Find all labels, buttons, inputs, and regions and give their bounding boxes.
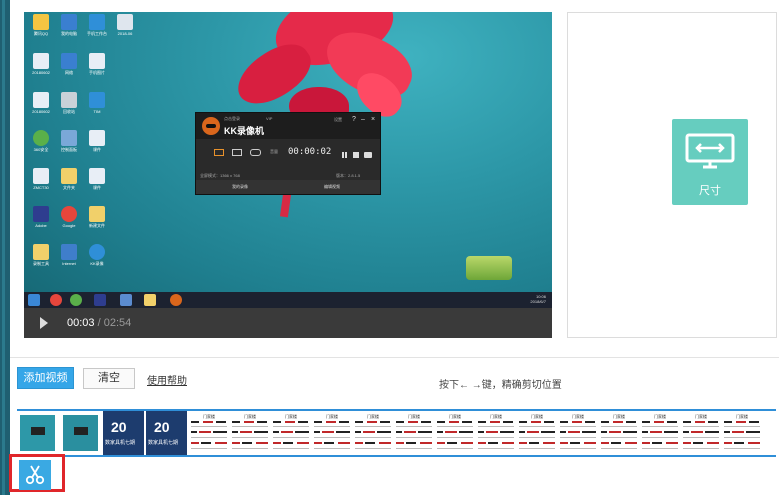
- settings-panel: 尺寸: [567, 12, 777, 338]
- close-icon: ×: [371, 116, 376, 123]
- video-frame: 腾讯QQ 20180602 20180602 360安全 ZMCT30 Adob…: [24, 12, 552, 308]
- folder-icon: [144, 294, 156, 306]
- timeline-thumbnail: 门家楼: [681, 411, 722, 455]
- play-icon[interactable]: [40, 317, 48, 329]
- taskbar-clock: 10:06 2018/6/7: [530, 294, 546, 304]
- game-mode-icon: [250, 149, 261, 156]
- desktop-icon: 课件: [82, 168, 112, 206]
- camera-icon: [364, 152, 372, 158]
- help-icon: ?: [352, 116, 356, 123]
- timeline-thumbnail: 20 数家具机七期: [103, 411, 144, 455]
- browser-icon: [70, 294, 82, 306]
- current-time: 00:03: [67, 317, 95, 329]
- desktop-icon: 文件夹: [54, 168, 84, 206]
- time-readout: 00:03 / 02:54: [67, 317, 131, 329]
- desktop-icon: 我的电脑: [54, 14, 84, 52]
- recorder-vip: VIP: [266, 116, 273, 121]
- recorder-login: 点击登录: [224, 116, 240, 121]
- desktop-icon: 360安全: [26, 130, 56, 168]
- desktop-gadget: [466, 256, 512, 280]
- screen-mode-icon: [214, 149, 224, 156]
- add-video-button[interactable]: 添加视频: [17, 367, 74, 389]
- desktop-icon: ZMCT30: [26, 168, 56, 206]
- os-taskbar: 10:06 2018/6/7: [24, 292, 552, 308]
- desktop-icon: 新建文件: [82, 206, 112, 244]
- timeline-thumbnail: [17, 411, 58, 455]
- window-edge: [0, 0, 10, 495]
- desktop-icon: 20180602: [26, 92, 56, 130]
- recorder-brand: KK录像机: [224, 126, 264, 136]
- my-videos-tab: 我的录像: [232, 184, 248, 189]
- size-label: 尺寸: [699, 185, 721, 197]
- recorder-window: KK录像机 点击登录 VIP 设置 ? – × 音量 00:00:02 全屏模式…: [195, 112, 381, 195]
- timeline-thumbnail: 门家楼: [640, 411, 681, 455]
- stop-icon: [353, 152, 359, 158]
- photoshop-icon: [94, 294, 106, 306]
- desktop-icon: Internet: [54, 244, 84, 282]
- video-cut-tool: 腾讯QQ 20180602 20180602 360安全 ZMCT30 Adob…: [0, 0, 779, 495]
- desktop-icon: 课件: [82, 130, 112, 168]
- app-icon: [120, 294, 132, 306]
- cut-button[interactable]: [19, 460, 51, 490]
- pause-icon: [342, 152, 347, 158]
- scissors-icon: [25, 465, 45, 485]
- monitor-resize-icon: [685, 133, 735, 169]
- recorder-mode: 全屏模式：1366 x 768: [200, 173, 240, 178]
- timeline-thumbnail: [60, 411, 101, 455]
- desktop-icon: 网络: [54, 53, 84, 91]
- timeline-thumbnail: 20 数家具机七期: [146, 411, 187, 455]
- help-link[interactable]: 使用帮助: [147, 372, 187, 387]
- recorder-logo-icon: [202, 117, 220, 135]
- window-mode-icon: [232, 149, 242, 156]
- recorder-version: 版本：2.8.1.5: [336, 173, 361, 178]
- timeline-thumbnail: 门家楼: [722, 411, 763, 455]
- browser-icon: [50, 294, 62, 306]
- desktop-icon: KK录像: [82, 244, 112, 282]
- desktop-icon: 手机图片: [82, 53, 112, 91]
- volume-label: 音量: [270, 149, 278, 154]
- cut-highlight: [9, 454, 65, 492]
- desktop-icon: 2018-06: [110, 14, 140, 52]
- timeline-thumbnail: 门家楼: [353, 411, 394, 455]
- desktop-icon: 控制面板: [54, 130, 84, 168]
- timeline-thumbnail: 门家楼: [230, 411, 271, 455]
- recorder-settings: 设置: [334, 117, 342, 122]
- timeline-thumbnail: 门家楼: [394, 411, 435, 455]
- desktop-icon: 手机工作台: [82, 14, 112, 52]
- desktop-icon: TIM: [82, 92, 112, 130]
- total-time: 02:54: [103, 317, 132, 329]
- desktop-icon: 腾讯QQ: [26, 14, 56, 52]
- keyboard-hint: 按下← →键，精确剪切位置: [439, 380, 562, 391]
- timeline-thumbnail: 门家楼: [476, 411, 517, 455]
- timeline-thumbnail: 门家楼: [517, 411, 558, 455]
- desktop-icon: Adobe: [26, 206, 56, 244]
- recorder-icon: [170, 294, 182, 306]
- time-separator: /: [94, 317, 104, 329]
- desktop-icon: Google: [54, 206, 84, 244]
- timeline-thumbnail: 门家楼: [435, 411, 476, 455]
- start-icon: [28, 294, 40, 306]
- timeline-thumbnail: 门家楼: [312, 411, 353, 455]
- minimize-icon: –: [361, 116, 365, 123]
- timeline-filmstrip[interactable]: 20 数家具机七期 20 数家具机七期 门家楼 门家楼 门家楼 门家楼 门家楼 门家楼 门家…: [17, 409, 776, 457]
- desktop-icon: 20180602: [26, 53, 56, 91]
- desktop-icon: 录制工具: [26, 244, 56, 282]
- recorder-timer: 00:00:02: [288, 147, 332, 157]
- timeline-thumbnail: 门家楼: [189, 411, 230, 455]
- player-controls: 00:03 / 02:54: [24, 308, 552, 338]
- video-preview[interactable]: 腾讯QQ 20180602 20180602 360安全 ZMCT30 Adob…: [24, 12, 552, 338]
- clear-button[interactable]: 清空: [83, 368, 135, 389]
- timeline-thumbnail: 门家楼: [558, 411, 599, 455]
- edit-video-tab: 编辑视频: [324, 184, 340, 189]
- desktop-icon: 回收站: [54, 92, 84, 130]
- timeline-thumbnail: 门家楼: [271, 411, 312, 455]
- timeline-thumbnail: 门家楼: [599, 411, 640, 455]
- size-button[interactable]: 尺寸: [672, 119, 748, 205]
- divider: [10, 357, 779, 358]
